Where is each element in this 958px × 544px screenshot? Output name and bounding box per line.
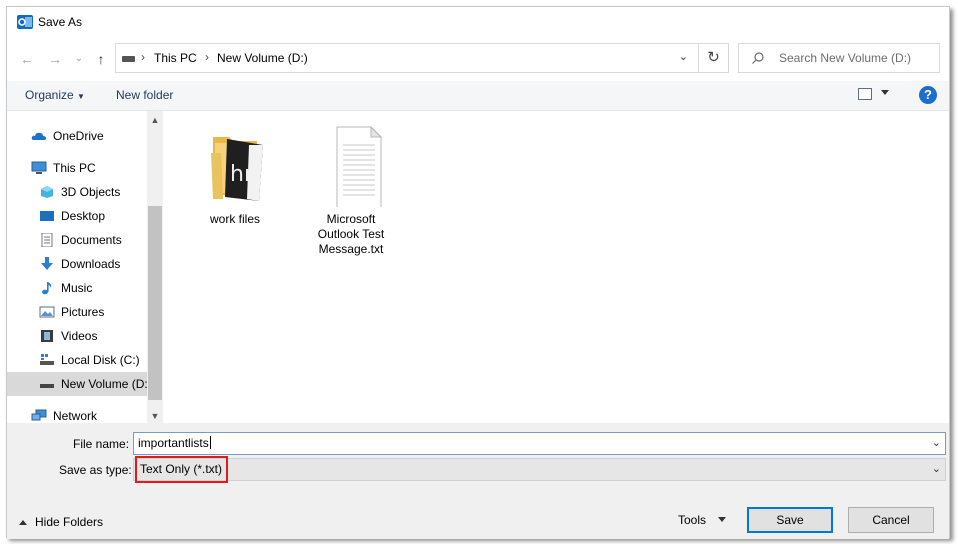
sidebar-item-label: Videos — [61, 329, 98, 343]
text-file-icon — [319, 123, 383, 210]
sidebar-item-onedrive[interactable]: OneDrive — [7, 124, 147, 148]
music-icon — [42, 282, 52, 295]
sidebar-item-local-disk[interactable]: Local Disk (C:) — [7, 348, 147, 372]
sidebar-item-label: Network — [53, 409, 98, 423]
file-name-line: Outlook Test — [317, 227, 385, 241]
sidebar-item-pictures[interactable]: Pictures — [7, 300, 147, 324]
tools-button[interactable]: Tools — [678, 513, 727, 527]
network-icon — [31, 409, 47, 421]
drive-icon — [40, 384, 54, 388]
file-name-line: Microsoft — [326, 212, 376, 226]
save-as-dialog: Save As ← → ⌄ ↑ › This PC › New Volume (… — [6, 6, 950, 539]
address-bar[interactable]: › This PC › New Volume (D:) ⌄ ↻ — [115, 43, 729, 73]
cancel-button[interactable]: Cancel — [848, 507, 934, 533]
breadcrumb-this-pc[interactable]: This PC — [154, 51, 197, 65]
organize-label: Organize — [25, 88, 74, 102]
sidebar-item-label: Local Disk (C:) — [61, 353, 140, 367]
file-name-dropdown-icon[interactable]: ⌄ — [932, 433, 941, 454]
breadcrumb-separator-icon[interactable]: › — [141, 50, 145, 64]
search-icon — [752, 52, 764, 64]
hide-folders-label: Hide Folders — [35, 515, 104, 529]
back-arrow-icon[interactable]: ← — [17, 49, 37, 69]
file-name-label: File name: — [73, 437, 130, 451]
collapse-triangle-icon — [19, 520, 27, 525]
save-form: File name: importantlists ⌄ Save as type… — [7, 423, 949, 539]
sidebar-item-this-pc[interactable]: This PC — [7, 156, 147, 180]
pictures-icon — [39, 306, 55, 318]
search-input[interactable]: Search New Volume (D:) — [738, 43, 940, 73]
breadcrumb-separator-icon[interactable]: › — [205, 50, 209, 64]
sidebar-item-videos[interactable]: Videos — [7, 324, 147, 348]
scroll-up-icon[interactable]: ▲ — [147, 115, 163, 125]
change-view-icon[interactable] — [858, 88, 872, 100]
downloads-icon — [41, 257, 53, 270]
sidebar-item-label: Documents — [61, 233, 122, 247]
drive-icon — [122, 56, 135, 62]
sidebar-item-label: Downloads — [61, 257, 121, 271]
breadcrumb-new-volume[interactable]: New Volume (D:) — [217, 51, 308, 65]
window-title: Save As — [38, 15, 83, 29]
scrollbar-thumb[interactable] — [148, 206, 162, 400]
refresh-icon[interactable]: ↻ — [698, 44, 728, 72]
up-arrow-icon[interactable]: ↑ — [91, 49, 111, 69]
title-bar: Save As — [7, 7, 949, 37]
organize-button[interactable]: Organize ▼ — [25, 88, 85, 102]
file-name: Microsoft Outlook Test Message.txt — [301, 212, 401, 257]
sidebar-item-label: Music — [61, 281, 93, 295]
outlook-icon — [17, 15, 33, 29]
file-item-work-files[interactable]: hr work files — [185, 123, 285, 227]
text-caret — [209, 436, 211, 449]
desktop-icon — [40, 211, 54, 221]
search-placeholder: Search New Volume (D:) — [779, 51, 912, 65]
sidebar-item-music[interactable]: Music — [7, 276, 147, 300]
recent-locations-chevron-icon[interactable]: ⌄ — [69, 49, 89, 69]
sidebar-item-label: 3D Objects — [61, 185, 121, 199]
save-type-value: Text Only (*.txt) — [135, 456, 229, 483]
sidebar-item-documents[interactable]: Documents — [7, 228, 147, 252]
save-type-dropdown-icon[interactable]: ⌄ — [932, 462, 941, 475]
forward-arrow-icon[interactable]: → — [45, 49, 65, 69]
file-name-line: Message.txt — [318, 242, 384, 256]
sidebar-item-network[interactable]: Network — [7, 404, 147, 423]
save-button[interactable]: Save — [747, 507, 833, 533]
save-type-label: Save as type: — [59, 463, 132, 477]
save-type-select[interactable]: Text Only (*.txt) ⌄ — [133, 456, 946, 483]
navigation-pane: OneDrive This PC 3D Objects Desktop Docu… — [7, 111, 163, 423]
file-list: hr work files Microsoft Outlook Test Mes… — [163, 111, 949, 423]
sidebar-item-desktop[interactable]: Desktop — [7, 204, 147, 228]
view-options-dropdown-icon[interactable] — [881, 90, 889, 95]
sidebar-item-label: This PC — [53, 161, 96, 175]
new-folder-button[interactable]: New folder — [116, 88, 173, 102]
address-dropdown-icon[interactable]: ⌄ — [679, 50, 688, 63]
sidebar-item-downloads[interactable]: Downloads — [7, 252, 147, 276]
scroll-down-icon[interactable]: ▼ — [147, 411, 163, 421]
sidebar-item-new-volume[interactable]: New Volume (D:) — [7, 372, 147, 396]
videos-icon — [41, 330, 53, 342]
sidebar-item-label: Desktop — [61, 209, 106, 223]
local-disk-icon — [40, 354, 54, 365]
3d-objects-icon — [41, 186, 53, 198]
onedrive-icon — [31, 132, 46, 140]
file-name: work files — [209, 212, 260, 226]
command-bar: Organize ▼ New folder ? — [7, 81, 949, 111]
navigation-scrollbar[interactable]: ▲ ▼ — [147, 111, 163, 423]
this-pc-icon — [31, 161, 47, 174]
help-button[interactable]: ? — [919, 86, 937, 104]
tools-dropdown-icon — [718, 517, 727, 522]
documents-icon — [41, 233, 53, 247]
sidebar-item-3d-objects[interactable]: 3D Objects — [7, 180, 147, 204]
tools-label: Tools — [678, 513, 707, 527]
sidebar-item-label: OneDrive — [53, 129, 104, 143]
hide-folders-button[interactable]: Hide Folders — [19, 515, 103, 529]
file-name-field[interactable]: importantlists ⌄ — [133, 432, 946, 455]
organize-dropdown-icon: ▼ — [77, 92, 85, 101]
sidebar-item-label: New Volume (D:) — [61, 377, 147, 391]
folder-icon: hr — [203, 123, 267, 207]
sidebar-item-label: Pictures — [61, 305, 105, 319]
file-name-value: importantlists — [138, 436, 209, 450]
file-item-outlook-test-message[interactable]: Microsoft Outlook Test Message.txt — [301, 123, 401, 257]
